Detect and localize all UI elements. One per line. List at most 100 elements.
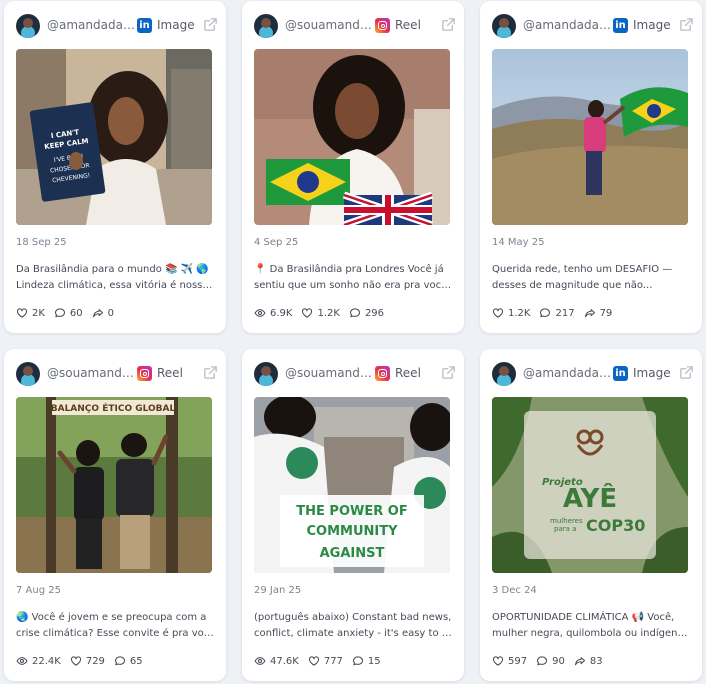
brazil-flag	[266, 159, 350, 205]
post-stats: 47.6K 777 15	[254, 654, 381, 668]
external-link-icon[interactable]	[441, 17, 456, 32]
post-card[interactable]: @amandadac... in Image 14 May 25 Querida…	[480, 1, 702, 333]
avatar[interactable]	[16, 14, 40, 38]
post-thumbnail[interactable]: Projeto AYÊ mulheres para a COP30	[492, 397, 688, 573]
post-stats: 2K 60 0	[16, 306, 114, 320]
share-icon	[574, 657, 585, 666]
post-stats: 22.4K 729 65	[16, 654, 143, 668]
post-card[interactable]: @souamandaco... Reel THE POWER OF COMMUN…	[242, 349, 464, 681]
caption-line: OPORTUNIDADE CLIMÁTICA 📢 Você,	[492, 612, 675, 623]
instagram-icon	[375, 18, 390, 33]
caption-line: Querida rede, tenho um DESAFIO —	[492, 264, 673, 275]
stat-value: 296	[364, 307, 385, 319]
post-type-label: Reel	[157, 366, 183, 380]
caption-line: (português abaixo) Constant bad news,	[254, 612, 452, 623]
post-thumbnail[interactable]: BALANÇO ÉTICO GLOBAL	[16, 397, 212, 573]
stat-value: 1.2K	[508, 307, 531, 319]
external-link-icon[interactable]	[203, 17, 218, 32]
author-handle[interactable]: @amandadac...	[47, 18, 137, 32]
caption-line: Da Brasilândia para o mundo 📚 ✈️ 🌎	[16, 264, 209, 275]
heart-icon	[492, 656, 504, 666]
post-thumbnail[interactable]	[492, 49, 688, 225]
author-handle[interactable]: @souamandaco...	[285, 366, 375, 380]
share-icon	[92, 309, 103, 318]
post-type-label: Reel	[395, 366, 421, 380]
caption-line: mulher negra, quilombola ou indígena,...	[492, 628, 690, 639]
share-icon	[584, 309, 595, 318]
comment-icon	[54, 308, 65, 318]
stat-value: 47.6K	[270, 655, 299, 667]
avatar[interactable]	[254, 362, 278, 386]
card-header: @souamandaco... Reel	[16, 362, 218, 388]
author-handle[interactable]: @amandadac...	[523, 366, 613, 380]
post-date: 4 Sep 25	[254, 237, 299, 248]
shares-stat: 79	[584, 307, 612, 319]
author-handle[interactable]: @amandadac...	[523, 18, 613, 32]
stat-value: 6.9K	[270, 307, 293, 319]
caption-line: 🌏 Você é jovem e se preocupa com a	[16, 612, 207, 623]
avatar[interactable]	[16, 362, 40, 386]
comments-stat: 90	[536, 655, 565, 667]
post-type-label: Image	[157, 18, 195, 32]
post-card[interactable]: @amandadac... in Image I CAN'T KEEP CALM…	[4, 1, 226, 333]
post-date: 14 May 25	[492, 237, 545, 248]
post-date: 29 Jan 25	[254, 585, 302, 596]
post-type-label: Image	[633, 366, 671, 380]
stat-value: 22.4K	[32, 655, 61, 667]
comments-stat: 60	[54, 307, 83, 319]
comments-stat: 296	[349, 307, 384, 319]
stat-value: 597	[508, 655, 528, 667]
post-caption: 📍 Da Brasilândia pra Londres Você já sen…	[254, 262, 452, 294]
likes-stat: 777	[308, 655, 343, 667]
external-link-icon[interactable]	[679, 365, 694, 380]
heart-icon	[16, 308, 28, 318]
comments-stat: 65	[114, 655, 143, 667]
stat-value: 777	[323, 655, 343, 667]
comments-stat: 15	[352, 655, 381, 667]
post-thumbnail[interactable]	[254, 49, 450, 225]
post-thumbnail[interactable]: THE POWER OF COMMUNITY AGAINST	[254, 397, 450, 573]
likes-stat: 2K	[16, 307, 45, 319]
avatar[interactable]	[254, 14, 278, 38]
avatar[interactable]	[492, 14, 516, 38]
overlay-title: BALANÇO ÉTICO GLOBAL	[51, 402, 176, 414]
heart-icon	[302, 308, 313, 318]
post-caption: 🌏 Você é jovem e se preocupa com a crise…	[16, 610, 214, 642]
uk-flag	[342, 191, 434, 225]
caption-line: desses de magnitude que não...	[492, 280, 653, 291]
author-handle[interactable]: @souamandaco...	[47, 366, 137, 380]
external-link-icon[interactable]	[679, 17, 694, 32]
instagram-icon	[137, 366, 152, 381]
likes-stat: 1.2K	[492, 307, 530, 319]
post-card[interactable]: @souamandaco... Reel BALANÇO ÉTICO GLOBA…	[4, 349, 226, 681]
stat-value: 1.2K	[317, 307, 340, 319]
avatar[interactable]	[492, 362, 516, 386]
eye-icon	[254, 657, 266, 665]
comments-stat: 217	[539, 307, 575, 319]
external-link-icon[interactable]	[441, 365, 456, 380]
comment-icon	[540, 308, 551, 318]
post-stats: 597 90 83	[492, 654, 603, 668]
post-caption: Da Brasilândia para o mundo 📚 ✈️ 🌎 Linde…	[16, 262, 214, 294]
linkedin-icon: in	[613, 18, 628, 33]
post-type-label: Reel	[395, 18, 421, 32]
likes-stat: 1.2K	[301, 307, 340, 319]
post-date: 7 Aug 25	[16, 585, 61, 596]
stat-value: 217	[555, 307, 575, 319]
stat-value: 83	[589, 655, 603, 667]
stat-value: 0	[107, 307, 115, 319]
post-stats: 1.2K 217 79	[492, 306, 612, 320]
logo-text: COP30	[586, 516, 645, 535]
post-card[interactable]: @amandadac... in Image Projeto AYÊ mulhe…	[480, 349, 702, 681]
post-caption: Querida rede, tenho um DESAFIO — desses …	[492, 262, 690, 294]
logo-text: para a	[554, 525, 576, 533]
likes-stat: 597	[492, 655, 527, 667]
post-thumbnail[interactable]: I CAN'T KEEP CALM I'VE BEEN CHOSEN FOR C…	[16, 49, 212, 225]
external-link-icon[interactable]	[203, 365, 218, 380]
comment-icon	[352, 656, 363, 666]
comment-icon	[349, 308, 360, 318]
author-handle[interactable]: @souamandaco...	[285, 18, 375, 32]
caption-line: crise climática? Esse convite é pra você…	[16, 628, 214, 639]
post-card[interactable]: @souamandaco... Reel	[242, 1, 464, 333]
comment-icon	[537, 656, 548, 666]
